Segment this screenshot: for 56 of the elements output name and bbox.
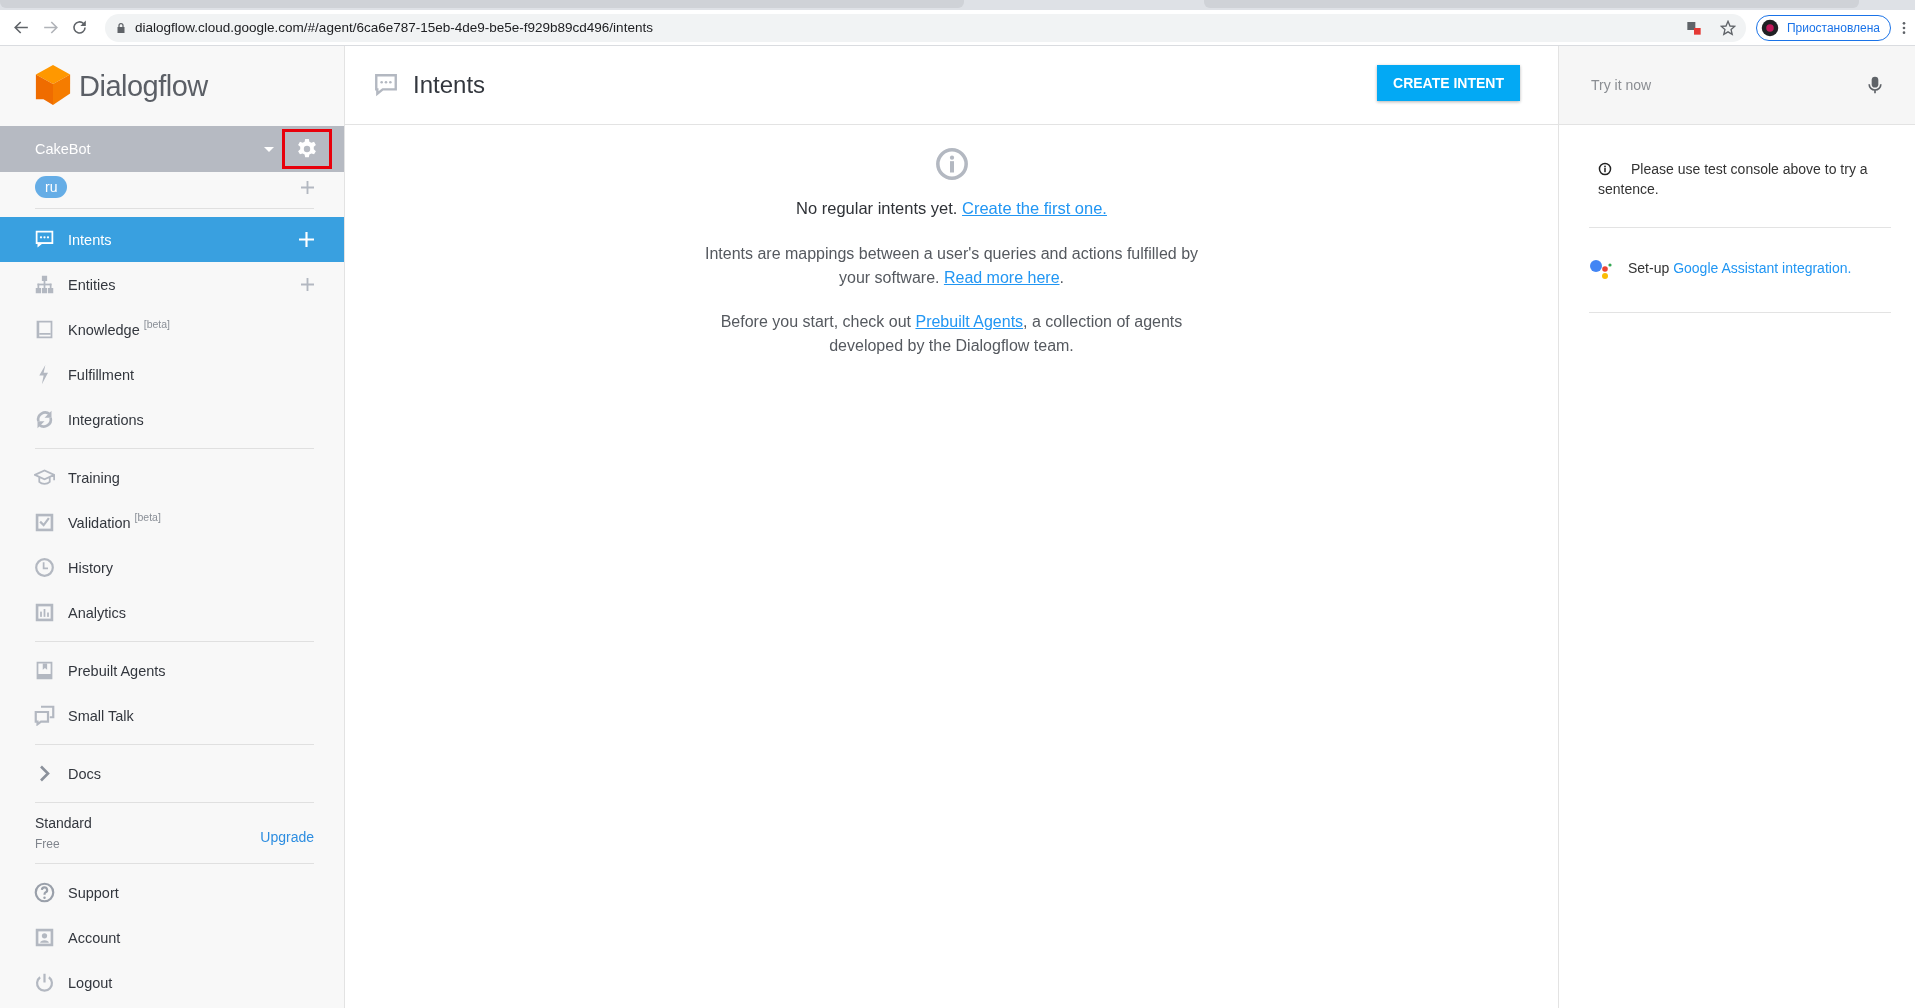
description-text: Before you start, check out Prebuilt Agents, a collection of agents developed by the Dialogflow team. [719,312,1184,356]
try-it-now-field[interactable]: Try it now [1589,76,1865,94]
cube-logo-icon [34,64,72,108]
page-title: Intents [413,71,486,99]
graduation-cap-icon [34,467,55,488]
nav-item[interactable]: Docs [0,751,344,796]
logo-text: Dialogflow [79,69,208,103]
assistant-setup-text: Set-up Google Assistant integration. [1628,259,1852,278]
add-icon[interactable] [299,232,314,247]
nav-item[interactable]: Entities [0,262,344,307]
sync-arrows-icon [34,409,55,430]
info-icon [934,147,969,181]
reload-icon[interactable] [70,18,89,37]
hierarchy-icon [34,274,55,295]
console-hint: Please use test console above to try a sentence. [1598,160,1869,199]
user-square-icon [34,927,55,948]
settings-button[interactable] [282,129,332,169]
nav-item[interactable]: Analytics [0,590,344,635]
empty-state-message: No regular intents yet. Create the first one. [796,199,1107,218]
address-bar[interactable]: dialogflow.cloud.google.com/#/agent/6ca6e787-15eb-4de9-be5e-f929b89cd496/intents [105,13,1746,42]
help-circle-icon [34,882,55,903]
book-icon [34,319,55,340]
nav-item[interactable]: History [0,545,344,590]
nav-item[interactable]: Validation $^{[beta]}$ [0,500,344,545]
star-icon[interactable] [1719,19,1736,36]
nav-item[interactable]: Training [0,455,344,500]
nav-item[interactable]: Small Talk [0,693,344,738]
plan-type-label: Free [35,837,61,851]
chat-bubble-icon [373,72,399,98]
nav-item[interactable]: Prebuilt Agents [0,648,344,693]
beta-tag: [beta] [143,318,171,330]
microphone-icon[interactable] [1865,74,1885,96]
nav-item[interactable]: Fulfillment [0,352,344,397]
nav-item[interactable]: Integrations [0,397,344,442]
chat-bubble-icon [34,229,55,250]
agent-name: CakeBot [35,141,92,157]
more-vertical-icon[interactable] [1901,19,1907,36]
info-icon [1598,162,1612,176]
checked-box-icon [34,512,55,533]
plan-name: Standard [35,815,92,831]
url-text: dialogflow.cloud.google.com/#/agent/6ca6e787-15eb-4de9-be5e-f929b89cd496/intents [135,20,653,35]
nav-item[interactable]: Account [0,915,344,960]
power-icon [34,972,55,993]
settings-icon [296,138,318,160]
nav-item[interactable]: Knowledge $^{[beta]}$ [0,307,344,352]
profile-button[interactable]: Приостановлена [1755,14,1891,41]
nav-item[interactable]: Support [0,870,344,915]
description-text: Intents are mappings between a user's queries and actions fulfilled by your software. Read more here. [703,244,1200,288]
bookmark-book-icon [34,660,55,681]
bar-chart-icon [34,602,55,623]
chat-windows-icon [34,705,55,726]
beta-tag: [beta] [134,511,161,523]
nav-item[interactable]: Logout [0,960,344,1005]
lock-icon [115,21,127,34]
avatar-icon [1760,18,1779,37]
clock-icon [34,557,55,578]
